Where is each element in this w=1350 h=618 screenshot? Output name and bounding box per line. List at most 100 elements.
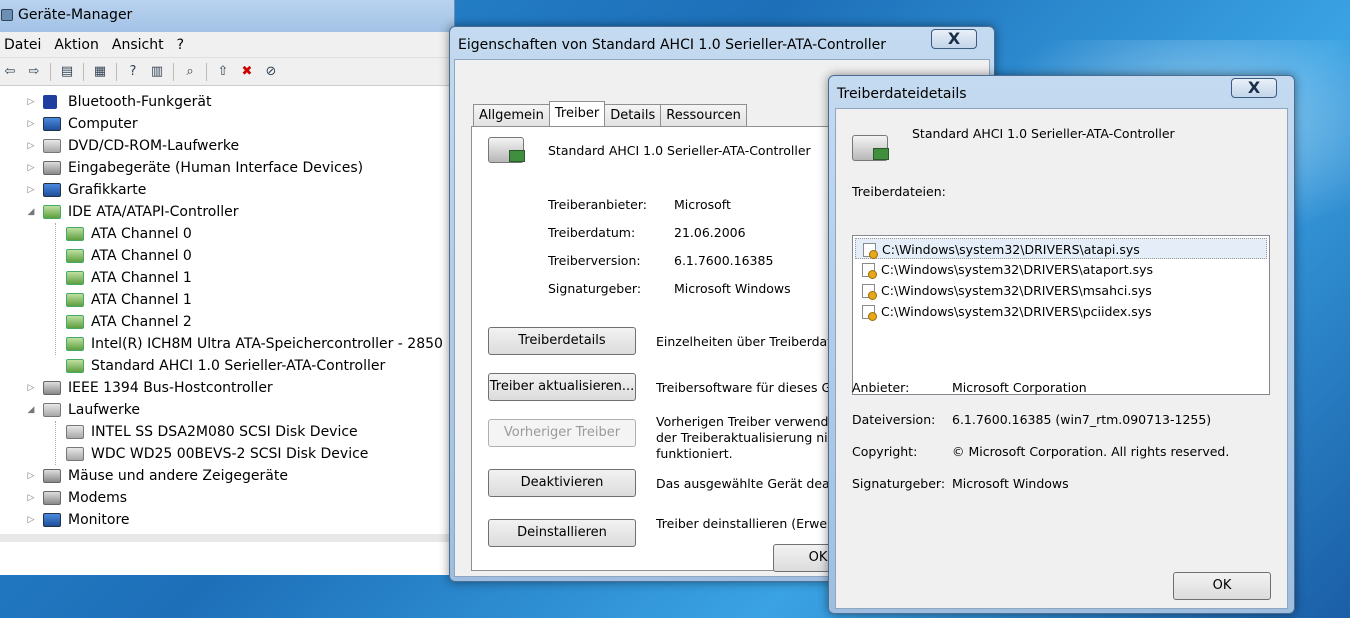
- driver-details-button[interactable]: Treiberdetails: [488, 327, 636, 355]
- ide-controller-icon: [66, 315, 84, 329]
- expand-icon[interactable]: ▷: [26, 135, 36, 157]
- tree-device[interactable]: ATA Channel 2: [0, 311, 450, 333]
- driver-file-path: C:\Windows\system32\DRIVERS\pciidex.sys: [881, 304, 1152, 319]
- help-icon[interactable]: ?: [123, 62, 143, 82]
- tree-item-label: Laufwerke: [68, 402, 140, 418]
- expand-icon[interactable]: ▷: [26, 465, 36, 487]
- info-label: Treiberdatum:: [548, 225, 636, 240]
- tree-category[interactable]: ▷ Bluetooth-Funkgerät: [0, 91, 450, 113]
- tree-device[interactable]: Standard AHCI 1.0 Serieller-ATA-Controll…: [0, 355, 450, 377]
- uninstall-button[interactable]: Deinstallieren: [488, 519, 636, 547]
- tree-device[interactable]: Intel(R) ICH8M Ultra ATA-Speichercontrol…: [0, 333, 450, 355]
- driver-file-row[interactable]: C:\Windows\system32\DRIVERS\pciidex.sys: [855, 301, 1267, 322]
- disable-icon[interactable]: ⊘: [261, 62, 281, 82]
- action-pane-icon[interactable]: ▥: [147, 62, 167, 82]
- expand-icon[interactable]: ▷: [26, 91, 36, 113]
- device-name: Standard AHCI 1.0 Serieller-ATA-Controll…: [912, 126, 1175, 141]
- dialog-title: Treiberdateidetails: [837, 86, 967, 102]
- horizontal-scrollbar[interactable]: [0, 534, 450, 542]
- collapse-icon[interactable]: ◢: [26, 201, 36, 223]
- hid-icon: [43, 161, 61, 175]
- driver-file-details-dialog: Treiberdateidetails X Standard AHCI 1.0 …: [828, 75, 1295, 614]
- bluetooth-icon: [43, 95, 57, 109]
- tree-item-label: DVD/CD-ROM-Laufwerke: [68, 138, 240, 154]
- tree-item-label: Eingabegeräte (Human Interface Devices): [68, 160, 364, 176]
- toolbar-separator: [83, 62, 84, 81]
- tree-device[interactable]: ATA Channel 0: [0, 245, 450, 267]
- device-manager-window: Geräte-Manager Datei Aktion Ansicht ? ⇦ …: [0, 0, 455, 575]
- close-button[interactable]: X: [1231, 78, 1277, 98]
- driver-files-list[interactable]: C:\Windows\system32\DRIVERS\atapi.sys C:\…: [852, 235, 1270, 395]
- provider-value: Microsoft Corporation: [952, 380, 1087, 395]
- tree-item-label: ATA Channel 1: [91, 292, 192, 308]
- signer-value: Microsoft Windows: [952, 476, 1069, 491]
- rollback-driver-button[interactable]: Vorheriger Treiber: [488, 419, 636, 447]
- tree-category[interactable]: ◢ Laufwerke: [0, 399, 450, 421]
- dvd-drive-icon: [43, 139, 61, 153]
- back-icon[interactable]: ⇦: [0, 62, 20, 82]
- driver-files-label: Treiberdateien:: [852, 184, 946, 199]
- tree-category[interactable]: ▷ Monitore: [0, 509, 450, 531]
- tree-category[interactable]: ▷ Mäuse und andere Zeigegeräte: [0, 465, 450, 487]
- disable-button[interactable]: Deaktivieren: [488, 469, 636, 497]
- tree-item-label: Intel(R) ICH8M Ultra ATA-Speichercontrol…: [91, 336, 443, 352]
- tree-category[interactable]: ▷ Modems: [0, 487, 450, 509]
- expand-icon[interactable]: ▷: [26, 157, 36, 179]
- tree-category[interactable]: ▷ DVD/CD-ROM-Laufwerke: [0, 135, 450, 157]
- tree-item-label: Monitore: [68, 512, 130, 528]
- tab-treiber[interactable]: Treiber: [548, 101, 606, 126]
- expand-icon[interactable]: ▷: [26, 377, 36, 399]
- uninstall-icon[interactable]: ✖: [237, 62, 257, 82]
- tab-details[interactable]: Details: [604, 104, 662, 126]
- disable-desc: Das ausgewählte Gerät deakt: [656, 476, 842, 491]
- tree-item-label: IDE ATA/ATAPI-Controller: [68, 204, 239, 220]
- toolbar: ⇦ ⇨ ▤ ▦ ? ▥ ⌕ ⇧ ✖ ⊘: [0, 58, 454, 86]
- storage-controller-icon: [852, 135, 889, 161]
- expand-icon[interactable]: ▷: [26, 487, 36, 509]
- system-file-icon: [862, 305, 877, 321]
- device-manager-icon: [1, 9, 13, 21]
- driver-file-row[interactable]: C:\Windows\system32\DRIVERS\msahci.sys: [855, 280, 1267, 301]
- show-hide-console-tree-icon[interactable]: ▤: [57, 62, 77, 82]
- tree-category[interactable]: ▷ Computer: [0, 113, 450, 135]
- tree-category[interactable]: ▷ Grafikkarte: [0, 179, 450, 201]
- close-button[interactable]: X: [931, 29, 977, 49]
- tree-item-label: Mäuse und andere Zeigegeräte: [68, 468, 288, 484]
- tree-device[interactable]: INTEL SS DSA2M080 SCSI Disk Device: [0, 421, 450, 443]
- menu-help[interactable]: ?: [173, 37, 193, 53]
- tree-item-label: ATA Channel 0: [91, 248, 192, 264]
- tree-category[interactable]: ▷ Eingabegeräte (Human Interface Devices): [0, 157, 450, 179]
- menu-ansicht[interactable]: Ansicht: [108, 37, 173, 53]
- forward-icon[interactable]: ⇨: [24, 62, 44, 82]
- computer-icon: [43, 117, 61, 131]
- ok-button[interactable]: OK: [1173, 572, 1271, 600]
- tree-device[interactable]: ATA Channel 1: [0, 267, 450, 289]
- tree-category[interactable]: ▷ IEEE 1394 Bus-Hostcontroller: [0, 377, 450, 399]
- driver-file-row[interactable]: C:\Windows\system32\DRIVERS\ataport.sys: [855, 259, 1267, 280]
- info-label: Treiberversion:: [548, 253, 641, 268]
- expand-icon[interactable]: ▷: [26, 509, 36, 531]
- scan-hardware-icon[interactable]: ⌕: [180, 62, 200, 82]
- tree-item-label: Computer: [68, 116, 138, 132]
- copyright-value: © Microsoft Corporation. All rights rese…: [952, 444, 1230, 459]
- firewire-icon: [43, 381, 61, 395]
- tree-device[interactable]: WDC WD25 00BEVS-2 SCSI Disk Device: [0, 443, 450, 465]
- tree-category[interactable]: ◢ IDE ATA/ATAPI-Controller: [0, 201, 450, 223]
- disk-drive-icon: [66, 425, 84, 439]
- tab-ressourcen[interactable]: Ressourcen: [660, 104, 747, 126]
- rollback-driver-desc: Vorherigen Treiber verwende der Treibera…: [656, 414, 842, 461]
- driver-file-row[interactable]: C:\Windows\system32\DRIVERS\atapi.sys: [855, 238, 1267, 259]
- expand-icon[interactable]: ▷: [26, 179, 36, 201]
- tree-item-label: Standard AHCI 1.0 Serieller-ATA-Controll…: [91, 358, 386, 374]
- update-driver-button[interactable]: Treiber aktualisieren...: [488, 373, 636, 401]
- menu-datei[interactable]: Datei: [0, 37, 50, 53]
- properties-icon[interactable]: ▦: [90, 62, 110, 82]
- tree-item-label: Grafikkarte: [68, 182, 147, 198]
- menu-aktion[interactable]: Aktion: [50, 37, 108, 53]
- expand-icon[interactable]: ▷: [26, 113, 36, 135]
- tab-allgemein[interactable]: Allgemein: [473, 104, 550, 126]
- collapse-icon[interactable]: ◢: [26, 399, 36, 421]
- tree-device[interactable]: ATA Channel 0: [0, 223, 450, 245]
- update-driver-icon[interactable]: ⇧: [213, 62, 233, 82]
- tree-device[interactable]: ATA Channel 1: [0, 289, 450, 311]
